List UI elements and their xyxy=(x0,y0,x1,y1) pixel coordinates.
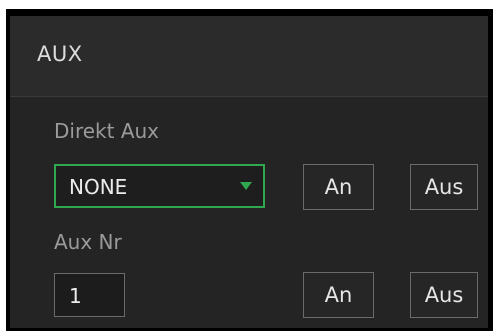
aux-nr-value: 1 xyxy=(69,284,82,308)
panel-title: AUX xyxy=(37,42,83,66)
dropdown-arrow-icon[interactable] xyxy=(240,182,252,190)
aux-nr-off-button[interactable]: Aus xyxy=(410,272,478,318)
panel-header: AUX xyxy=(10,16,488,97)
aux-nr-input[interactable]: 1 xyxy=(54,273,125,317)
aux-panel: AUX Direkt Aux NONE An Aus Aux Nr 1 An A… xyxy=(10,16,488,328)
direct-aux-select[interactable]: NONE xyxy=(54,164,265,208)
direct-aux-selected-value: NONE xyxy=(69,175,128,199)
aux-nr-on-button[interactable]: An xyxy=(303,272,374,318)
aux-nr-label: Aux Nr xyxy=(54,230,122,254)
direct-aux-off-button[interactable]: Aus xyxy=(410,164,478,210)
direct-aux-on-button[interactable]: An xyxy=(303,164,374,210)
direct-aux-label: Direkt Aux xyxy=(54,119,160,143)
